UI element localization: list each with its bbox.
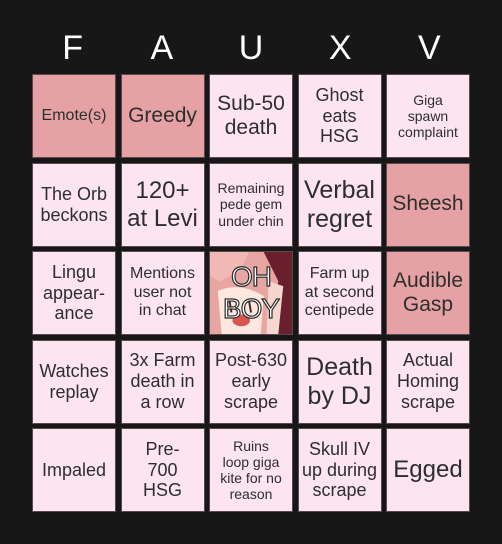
bingo-cell[interactable]: Remaining pede gem under chin xyxy=(209,162,293,247)
bingo-cell[interactable]: Post-630 early scrape xyxy=(209,339,293,424)
cell-label: Skull IV up during scrape xyxy=(301,438,378,501)
bingo-cell[interactable]: Audible Gasp xyxy=(386,251,470,335)
bingo-cell[interactable]: Farm up at second centipede xyxy=(297,251,382,335)
cell-label: Sub-50 death xyxy=(217,91,285,139)
bingo-cell[interactable]: Impaled xyxy=(32,428,116,512)
bingo-header: F A U X V xyxy=(28,28,474,68)
cell-label: Death by DJ xyxy=(306,352,373,410)
cell-label: Mentions user not in chat xyxy=(130,265,195,320)
cell-label: Sheesh xyxy=(392,192,464,216)
bingo-cell[interactable]: Death by DJ xyxy=(297,339,382,424)
header-letter-v: V xyxy=(418,29,441,67)
free-space-cell[interactable]: OH BOY xyxy=(209,251,293,335)
header-letter-a: A xyxy=(150,29,174,67)
cell-label: Audible Gasp xyxy=(392,268,464,316)
bingo-cell[interactable]: 120+ at Levi xyxy=(120,162,205,247)
bingo-cell[interactable]: Lingu appear- ance xyxy=(32,251,116,335)
bingo-cell[interactable]: Emote(s) xyxy=(32,74,116,158)
cell-label: Emote(s) xyxy=(41,106,107,124)
bingo-cell[interactable]: Actual Homing scrape xyxy=(386,339,470,424)
cell-label: Ghost eats HSG xyxy=(315,84,364,147)
cell-label: Lingu appear- ance xyxy=(42,261,106,324)
cell-label: Impaled xyxy=(41,459,107,480)
cell-label: Actual Homing scrape xyxy=(396,350,460,412)
cell-label: Giga spawn complaint xyxy=(398,91,458,141)
bingo-cell[interactable]: Verbal regret xyxy=(297,162,382,247)
bingo-cell[interactable]: The Orb beckons xyxy=(32,162,116,247)
bingo-cell[interactable]: Watches replay xyxy=(32,339,116,424)
cell-label: Pre- 700 HSG xyxy=(142,438,182,501)
bingo-cell[interactable]: Sheesh xyxy=(386,162,470,247)
cell-label: Farm up at second centipede xyxy=(304,265,375,320)
free-space-label: OH BOY xyxy=(222,260,280,324)
cell-label: Remaining pede gem under chin xyxy=(217,180,285,229)
cell-label: Post-630 early scrape xyxy=(214,350,288,412)
cell-label: 3x Farm death in a row xyxy=(129,350,196,412)
cell-label: The Orb beckons xyxy=(40,183,108,225)
bingo-cell[interactable]: 3x Farm death in a row xyxy=(120,339,205,424)
bingo-cell[interactable]: Skull IV up during scrape xyxy=(297,428,382,512)
bingo-cell[interactable]: Ruins loop giga kite for no reason xyxy=(209,428,293,512)
cell-label: Egged xyxy=(393,456,463,484)
bingo-cell[interactable]: Ghost eats HSG xyxy=(297,74,382,158)
bingo-cell[interactable]: Greedy xyxy=(120,74,205,158)
bingo-cell[interactable]: Mentions user not in chat xyxy=(120,251,205,335)
cell-label: 120+ at Levi xyxy=(127,176,198,232)
bingo-cell[interactable]: Egged xyxy=(386,428,470,512)
header-letter-u: U xyxy=(238,29,264,67)
header-letter-f: F xyxy=(62,29,83,67)
cell-label: Verbal regret xyxy=(304,175,375,233)
bingo-cell[interactable]: Giga spawn complaint xyxy=(386,74,470,158)
header-letter-x: X xyxy=(328,29,352,67)
cell-label: Greedy xyxy=(128,103,197,127)
bingo-board: Emote(s) Greedy Sub-50 death Ghost eats … xyxy=(28,70,474,516)
cell-label: Watches replay xyxy=(39,360,109,402)
cell-label: Ruins loop giga kite for no reason xyxy=(220,437,282,503)
bingo-cell[interactable]: Pre- 700 HSG xyxy=(120,428,205,512)
bingo-cell[interactable]: Sub-50 death xyxy=(209,74,293,158)
